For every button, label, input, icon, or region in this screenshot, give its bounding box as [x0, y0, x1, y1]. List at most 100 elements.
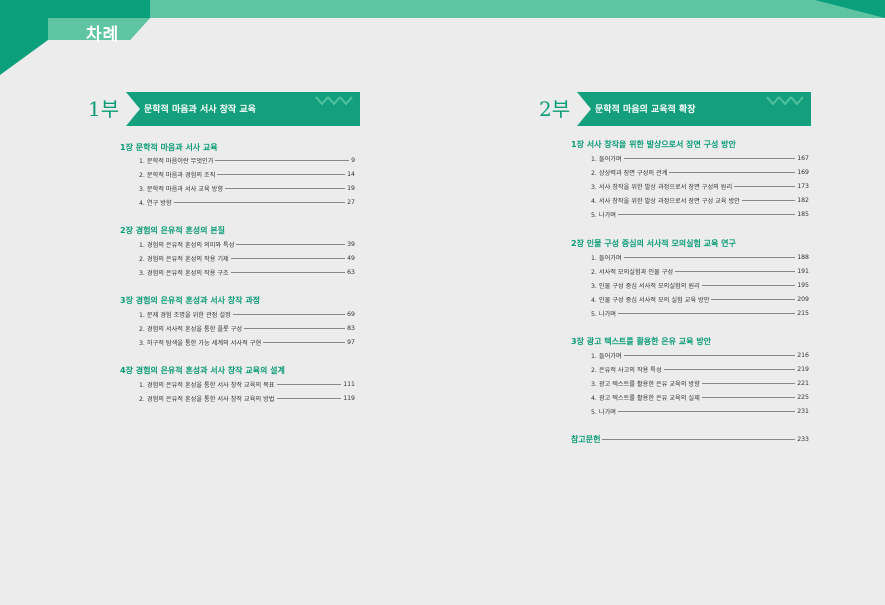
part-1-section: 1부 문학적 마음과 서사 창작 교육 — [88, 92, 360, 412]
references-label: 참고문헌 — [571, 435, 601, 444]
entry-label: 1. 경험의 은유적 혼성을 통한 서사 창작 교육의 목표 — [139, 382, 275, 389]
dot-leader — [675, 271, 796, 272]
entry-page: 19 — [347, 185, 355, 192]
entry-label: 1. 들어가며 — [591, 156, 622, 163]
toc-entry[interactable]: 1. 경험의 은유적 혼성의 의미와 특성 39 — [139, 239, 355, 250]
toc-entry[interactable]: 3. 허구적 탐색을 통한 가능 세계의 서사적 구현 97 — [139, 337, 355, 348]
toc-entry[interactable]: 4. 서사 창작을 위한 발상 과정으로서 장면 구성 교육 방안 182 — [591, 195, 809, 206]
dot-leader — [217, 174, 346, 175]
toc-tab-shape — [0, 0, 150, 75]
entry-label: 5. 나가며 — [591, 311, 616, 318]
dot-leader — [215, 160, 350, 161]
entry-label: 4. 인물 구성 중심 서사적 모의 실험 교육 방안 — [591, 297, 710, 304]
entry-label: 3. 인물 구성 중심 서사적 모의실험의 원리 — [591, 283, 700, 290]
entry-label: 2. 문학적 마음과 경험의 조직 — [139, 172, 216, 179]
part-2-number: 2부 — [539, 97, 571, 121]
toc-entry[interactable]: 3. 인물 구성 중심 서사적 모의실험의 원리 195 — [591, 280, 809, 291]
entry-page: 111 — [343, 381, 355, 388]
toc-entry[interactable]: 1. 문학적 마음이란 무엇인가 9 — [139, 155, 355, 166]
toc-entry[interactable]: 2. 상상력과 장면 구성의 관계 169 — [591, 167, 809, 178]
entry-label: 3. 서사 창작을 위한 발상 과정으로서 장면 구성의 원리 — [591, 184, 733, 191]
toc-entry[interactable]: 2. 은유적 사고의 작용 특성 219 — [591, 364, 809, 375]
entry-page: 39 — [347, 241, 355, 248]
chapter-title: 3장 광고 텍스트를 활용한 은유 교육 방안 — [571, 337, 712, 346]
leaf-decoration-icon — [766, 96, 804, 106]
part-1-number: 1부 — [88, 97, 120, 121]
entry-page: 209 — [797, 296, 809, 303]
toc-entry[interactable]: 2. 경험의 서사적 혼성을 통한 플롯 구성 83 — [139, 323, 355, 334]
entry-page: 173 — [797, 183, 809, 190]
entry-label: 1. 들어가며 — [591, 255, 622, 262]
entry-page: 225 — [797, 394, 809, 401]
dot-leader — [617, 313, 796, 314]
entry-label: 2. 상상력과 장면 구성의 관계 — [591, 170, 668, 177]
dot-leader — [244, 328, 346, 329]
entry-page: 14 — [347, 171, 355, 178]
toc-entry[interactable]: 5. 나가며 231 — [591, 406, 809, 417]
toc-entry[interactable]: 3. 문학적 마음과 서사 교육 방향 19 — [139, 183, 355, 194]
dot-leader — [276, 384, 342, 385]
toc-entry[interactable]: 2. 경험의 은유적 혼성의 작용 기제 49 — [139, 253, 355, 264]
entry-label: 4. 연구 방향 — [139, 200, 172, 207]
entry-label: 3. 광고 텍스트를 활용한 은유 교육의 방향 — [591, 381, 700, 388]
dot-leader — [701, 397, 796, 398]
chapter-title: 2장 인물 구성 중심의 서사적 모의실험 교육 연구 — [571, 239, 736, 248]
entry-label: 5. 나가며 — [591, 212, 616, 219]
toc-entry[interactable]: 2. 문학적 마음과 경험의 조직 14 — [139, 169, 355, 180]
toc-entry[interactable]: 4. 인물 구성 중심 서사적 모의 실험 교육 방안 209 — [591, 294, 809, 305]
dot-leader — [701, 383, 796, 384]
entry-page: 221 — [797, 380, 809, 387]
toc-entry[interactable]: 1. 들어가며 216 — [591, 350, 809, 361]
entry-label: 1. 경험의 은유적 혼성의 의미와 특성 — [139, 242, 235, 249]
part-1-title: 문학적 마음과 서사 창작 교육 — [144, 105, 256, 115]
references-page: 233 — [797, 436, 809, 443]
entry-page: 27 — [347, 199, 355, 206]
toc-entry[interactable]: 1. 들어가며 188 — [591, 252, 809, 263]
entry-label: 3. 경험의 은유적 혼성의 작용 구조 — [139, 270, 229, 277]
toc-entry[interactable]: 5. 나가며 185 — [591, 209, 809, 220]
entry-label: 2. 경험의 서사적 혼성을 통한 플롯 구성 — [139, 326, 243, 333]
dot-leader — [602, 439, 796, 440]
references-entry[interactable]: 참고문헌 233 — [571, 434, 809, 445]
dot-leader — [669, 172, 796, 173]
entry-label: 3. 문학적 마음과 서사 교육 방향 — [139, 186, 224, 193]
dot-leader — [236, 244, 346, 245]
part-1-bar-notch — [126, 92, 140, 126]
dot-leader — [741, 200, 796, 201]
toc-entry[interactable]: 5. 나가며 215 — [591, 308, 809, 319]
entry-label: 1. 문제 경험 조명을 위한 관점 설정 — [139, 312, 231, 319]
entry-page: 185 — [797, 211, 809, 218]
entry-page: 83 — [347, 325, 355, 332]
toc-entry[interactable]: 2. 경험의 은유적 혼성을 통한 서사 창작 교육의 방법 119 — [139, 393, 355, 404]
chapter-title: 1장 문학적 마음과 서사 교육 — [120, 143, 218, 152]
entry-page: 219 — [797, 366, 809, 373]
toc-entry[interactable]: 4. 연구 방향 27 — [139, 197, 355, 208]
entry-label: 2. 서사적 모의실험과 인물 구성 — [591, 269, 674, 276]
chapter-title: 2장 경험의 은유적 혼성의 본질 — [120, 226, 226, 235]
entry-label: 2. 경험의 은유적 혼성의 작용 기제 — [139, 256, 229, 263]
toc-entry[interactable]: 1. 들어가며 167 — [591, 153, 809, 164]
toc-entry[interactable]: 3. 경험의 은유적 혼성의 작용 구조 63 — [139, 267, 355, 278]
chapter-title: 3장 경험의 은유적 혼성과 서사 창작 과정 — [120, 296, 261, 305]
entry-page: 191 — [797, 268, 809, 275]
toc-entry[interactable]: 2. 서사적 모의실험과 인물 구성 191 — [591, 266, 809, 277]
dot-leader — [711, 299, 796, 300]
toc-entry[interactable]: 4. 광고 텍스트를 활용한 은유 교육의 실제 225 — [591, 392, 809, 403]
dot-leader — [617, 214, 796, 215]
toc-entry[interactable]: 1. 경험의 은유적 혼성을 통한 서사 창작 교육의 목표 111 — [139, 379, 355, 390]
part-2-bar-notch — [577, 92, 591, 126]
toc-entry[interactable]: 1. 문제 경험 조명을 위한 관점 설정 69 — [139, 309, 355, 320]
entry-page: 215 — [797, 310, 809, 317]
entry-page: 119 — [343, 395, 355, 402]
entry-page: 9 — [351, 157, 355, 164]
leaf-decoration-icon — [315, 96, 353, 106]
toc-entry[interactable]: 3. 광고 텍스트를 활용한 은유 교육의 방향 221 — [591, 378, 809, 389]
entry-label: 2. 은유적 사고의 작용 특성 — [591, 367, 662, 374]
dot-leader — [623, 257, 796, 258]
entry-label: 4. 광고 텍스트를 활용한 은유 교육의 실제 — [591, 395, 700, 402]
dot-leader — [276, 398, 342, 399]
dot-leader — [701, 285, 796, 286]
dot-leader — [623, 355, 796, 356]
toc-entry[interactable]: 3. 서사 창작을 위한 발상 과정으로서 장면 구성의 원리 173 — [591, 181, 809, 192]
entry-page: 63 — [347, 269, 355, 276]
